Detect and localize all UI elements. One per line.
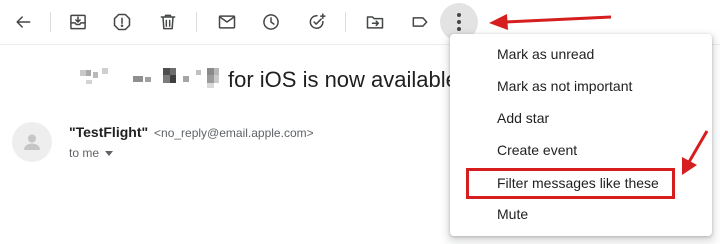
menu-item-create-event[interactable]: Create event [450, 135, 712, 167]
sender-line: "TestFlight" <no_reply@email.apple.com> [69, 124, 314, 140]
recipient-label: to me [69, 146, 100, 160]
move-to-icon[interactable] [363, 10, 387, 34]
toolbar-divider [196, 12, 197, 32]
menu-item-label: Add star [497, 110, 550, 126]
back-icon[interactable] [11, 10, 35, 34]
mark-unread-icon[interactable] [215, 10, 239, 34]
sender-email: <no_reply@email.apple.com> [154, 126, 314, 140]
menu-item-mark-unread[interactable]: Mark as unread [450, 39, 712, 71]
archive-icon[interactable] [66, 10, 90, 34]
more-options-icon [457, 12, 461, 33]
menu-item-label: Mark as unread [497, 46, 595, 62]
menu-item-label: Mute [497, 206, 529, 222]
recipient-details-toggle[interactable]: to me [69, 146, 114, 160]
menu-item-mute[interactable]: Mute [450, 199, 712, 231]
delete-icon[interactable] [156, 10, 180, 34]
snooze-icon[interactable] [259, 10, 283, 34]
add-to-tasks-icon[interactable] [305, 10, 329, 34]
more-options-menu: Mark as unread Mark as not important Add… [450, 34, 712, 236]
menu-item-add-star[interactable]: Add star [450, 103, 712, 135]
menu-item-label: Mark as not important [497, 78, 633, 94]
menu-item-mark-not-important[interactable]: Mark as not important [450, 71, 712, 103]
sender-name[interactable]: "TestFlight" [69, 124, 148, 140]
label-icon[interactable] [408, 10, 432, 34]
email-subject: for iOS is now available [228, 67, 458, 92]
toolbar-divider [345, 12, 346, 32]
caret-down-icon [105, 150, 114, 156]
menu-item-label: Create event [497, 142, 578, 158]
report-spam-icon[interactable] [110, 10, 134, 34]
toolbar-divider [50, 12, 51, 32]
highlight-box [466, 168, 675, 199]
avatar[interactable] [12, 122, 52, 162]
person-icon [24, 134, 40, 150]
